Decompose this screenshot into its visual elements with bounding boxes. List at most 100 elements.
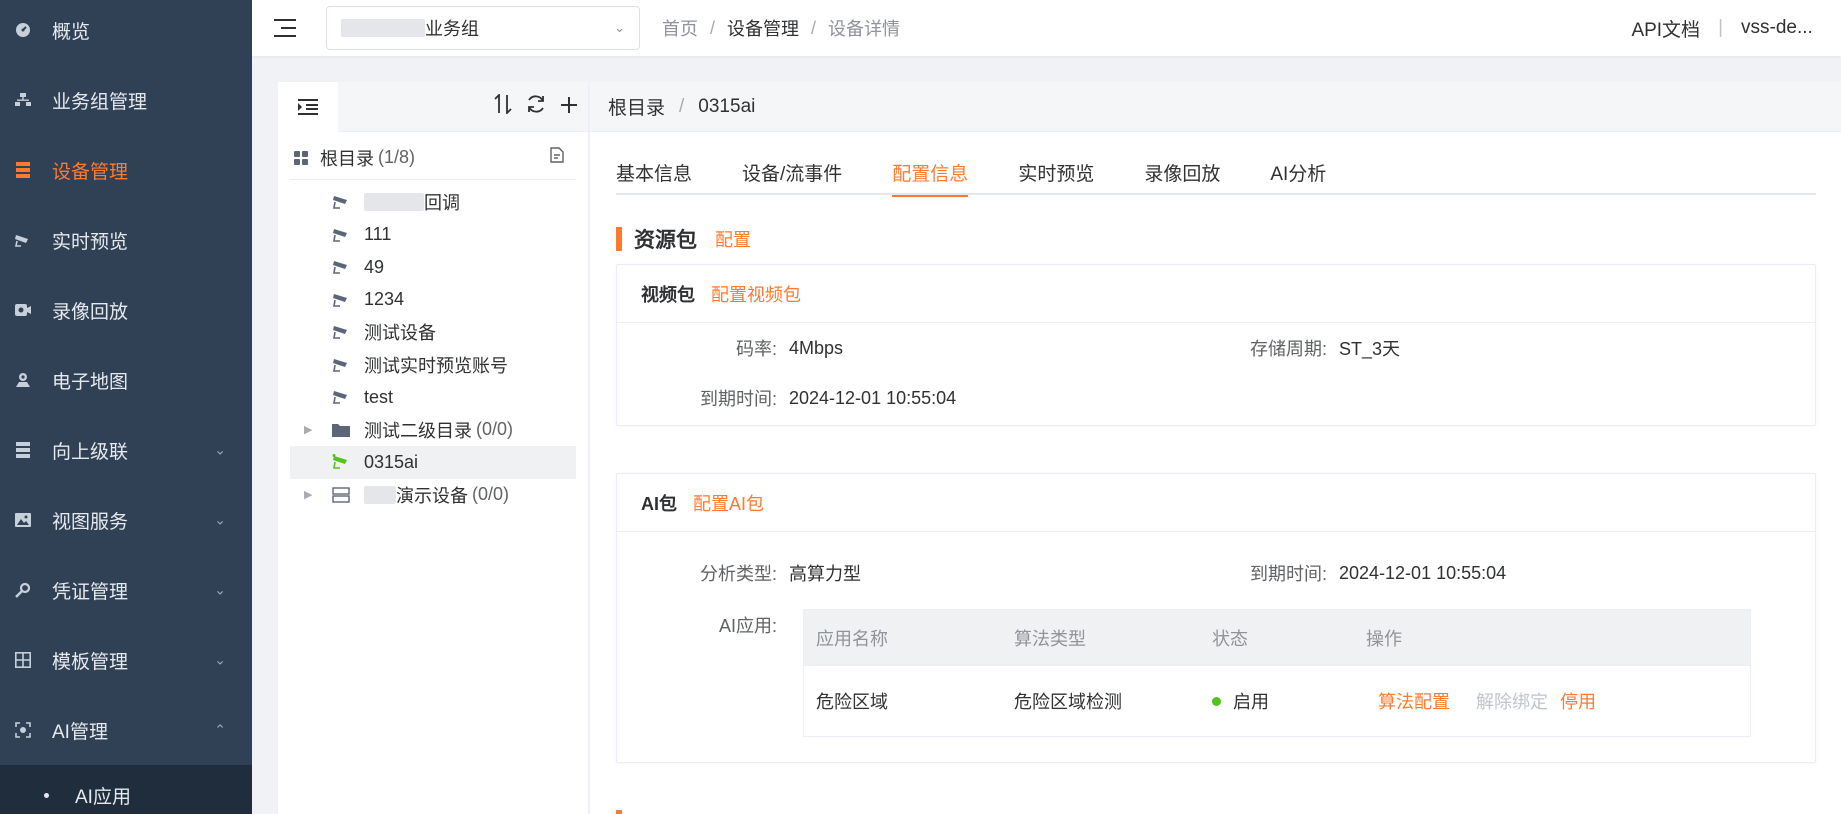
tree-node-label: 111 [364, 224, 392, 245]
detail-tabs: 基本信息 设备/流事件 配置信息 实时预览 录像回放 AI分析 [616, 150, 1816, 197]
path-root[interactable]: 根目录 [608, 93, 665, 120]
device-tree-panel: 根目录 (1/8) 回调 111 49 1234 测试设备 测试实时预览账号 t… [278, 81, 589, 814]
bitrate-label: 码率: [735, 339, 777, 359]
configure-link[interactable]: 配置 [715, 226, 751, 252]
table-row: 危险区域 危险区域检测 启用 算法配置 解除绑定 停用 [804, 665, 1750, 736]
camera-icon [332, 194, 350, 210]
algo-config-button[interactable]: 算法配置 [1378, 688, 1450, 714]
api-doc-link[interactable]: API文档 [1631, 15, 1700, 42]
sidebar-item-device-management[interactable]: 设备管理 [0, 135, 252, 205]
tree-root-count: (1/8) [378, 147, 416, 167]
tree-node-camera[interactable]: 回调 [290, 186, 576, 219]
breadcrumb-home[interactable]: 首页 [662, 15, 698, 41]
sidebar-item-upper-cascade[interactable]: 向上级联 ⌄ [0, 415, 252, 485]
chevron-down-icon: ⌄ [214, 441, 226, 458]
card-title: 视频包 [641, 284, 695, 305]
add-icon[interactable] [560, 94, 578, 120]
sidebar-item-ai-management[interactable]: AI管理 ⌃ [0, 695, 252, 765]
expire-value: 2024-12-01 10:55:04 [1339, 562, 1507, 583]
storage-period-field: 存储周期: ST_3天 [1227, 335, 1400, 361]
ai-scan-icon [14, 721, 32, 739]
tree-node-camera[interactable]: test [290, 381, 576, 414]
cell-actions: 算法配置 解除绑定 停用 [1354, 688, 1750, 714]
video-record-icon [14, 301, 32, 319]
sort-icon[interactable] [494, 92, 512, 120]
sidebar-item-label: 模板管理 [52, 651, 129, 673]
indent-icon[interactable] [278, 81, 338, 132]
sidebar-item-view-service[interactable]: 视图服务 ⌄ [0, 485, 252, 555]
refresh-icon[interactable] [526, 94, 546, 120]
camera-icon [332, 292, 350, 308]
status-dot-icon [1212, 696, 1221, 706]
unbind-button[interactable]: 解除绑定 [1476, 688, 1548, 714]
export-doc-icon[interactable] [550, 147, 564, 168]
sidebar-item-live-preview[interactable]: 实时预览 [0, 205, 252, 275]
bitrate-field: 码率: 4Mbps [677, 335, 843, 361]
tree-node-label: 测试实时预览账号 [364, 355, 508, 376]
server-icon [14, 441, 32, 459]
tab-playback[interactable]: 录像回放 [1144, 150, 1220, 195]
masked-text [364, 485, 396, 504]
chevron-up-icon: ⌃ [214, 721, 226, 738]
tree-node-folder[interactable]: ▶ 测试二级目录 (0/0) [290, 414, 576, 447]
expand-arrow-icon[interactable]: ▶ [304, 488, 312, 501]
tree-node-camera[interactable]: 49 [290, 251, 576, 284]
configure-ai-package-link[interactable]: 配置AI包 [693, 490, 764, 516]
ai-submenu: AI应用 [0, 765, 252, 814]
folder-icon [332, 422, 350, 438]
disable-button[interactable]: 停用 [1560, 688, 1596, 714]
tree-node-camera-selected[interactable]: 0315ai [290, 446, 576, 479]
breadcrumb: 首页 / 设备管理 / 设备详情 [662, 15, 900, 41]
sidebar-item-playback[interactable]: 录像回放 [0, 275, 252, 345]
sidebar-item-overview[interactable]: 概览 [0, 0, 252, 65]
sidebar-item-business-group[interactable]: 业务组管理 [0, 65, 252, 135]
tree-node-camera[interactable]: 1234 [290, 284, 576, 317]
card-title: AI包 [641, 493, 677, 514]
expand-arrow-icon[interactable]: ▶ [304, 423, 312, 436]
camera-icon [332, 357, 350, 373]
camera-icon [332, 259, 350, 275]
tree-root[interactable]: 根目录 (1/8) [290, 136, 576, 180]
tree-node-count: (0/0) [476, 419, 514, 440]
tab-device-stream-events[interactable]: 设备/流事件 [742, 150, 842, 195]
tree-node-server[interactable]: ▶ 演示设备 (0/0) [290, 479, 576, 512]
sidebar-item-label: 实时预览 [52, 231, 129, 253]
sidebar-subitem-ai-app[interactable]: AI应用 [0, 765, 252, 814]
tab-basic-info[interactable]: 基本信息 [616, 150, 692, 195]
grid-icon [294, 150, 308, 165]
menu-collapse-icon[interactable] [274, 19, 296, 37]
tree-node-camera[interactable]: 111 [290, 219, 576, 252]
section-resource-package: 资源包 配置 [616, 224, 751, 254]
tree-list: 回调 111 49 1234 测试设备 测试实时预览账号 test ▶ 测试二级… [278, 186, 588, 511]
sidebar-item-template[interactable]: 模板管理 ⌄ [0, 625, 252, 695]
next-section-accent-bar [616, 810, 622, 814]
cell-app-name: 危险区域 [816, 692, 888, 712]
tree-node-camera[interactable]: 测试实时预览账号 [290, 349, 576, 382]
sidebar-item-e-map[interactable]: 电子地图 [0, 345, 252, 415]
ai-apps-label: AI应用: [718, 616, 777, 636]
sidebar-item-label: 录像回放 [52, 301, 129, 323]
breadcrumb-current: 设备详情 [828, 19, 901, 39]
tree-node-camera[interactable]: 测试设备 [290, 316, 576, 349]
configure-video-package-link[interactable]: 配置视频包 [711, 281, 801, 307]
chevron-down-icon: ⌄ [214, 511, 226, 528]
sidebar-item-label: AI管理 [52, 721, 108, 743]
card-header: 视频包 配置视频包 [617, 265, 1815, 323]
tab-config-info[interactable]: 配置信息 [892, 150, 969, 197]
sidebar-item-label: 向上级联 [52, 441, 129, 463]
expire-value: 2024-12-01 10:55:04 [789, 387, 957, 408]
header-algo-type: 算法类型 [1014, 628, 1086, 649]
user-menu[interactable]: vss-de... [1741, 17, 1841, 39]
header-app-name: 应用名称 [816, 628, 888, 649]
tab-ai-analysis[interactable]: AI分析 [1270, 150, 1326, 195]
masked-text [364, 193, 424, 212]
business-group-select[interactable]: 业务组 ⌄ [326, 6, 640, 50]
camera-icon [14, 231, 32, 249]
chevron-down-icon: ⌄ [614, 20, 625, 35]
image-icon [14, 511, 32, 529]
breadcrumb-device-management[interactable]: 设备管理 [727, 15, 799, 41]
sidebar-item-credential[interactable]: 凭证管理 ⌄ [0, 555, 252, 625]
sidebar-item-label: 视图服务 [52, 511, 129, 533]
tab-live-preview[interactable]: 实时预览 [1018, 150, 1094, 195]
analysis-type-value: 高算力型 [789, 564, 861, 584]
